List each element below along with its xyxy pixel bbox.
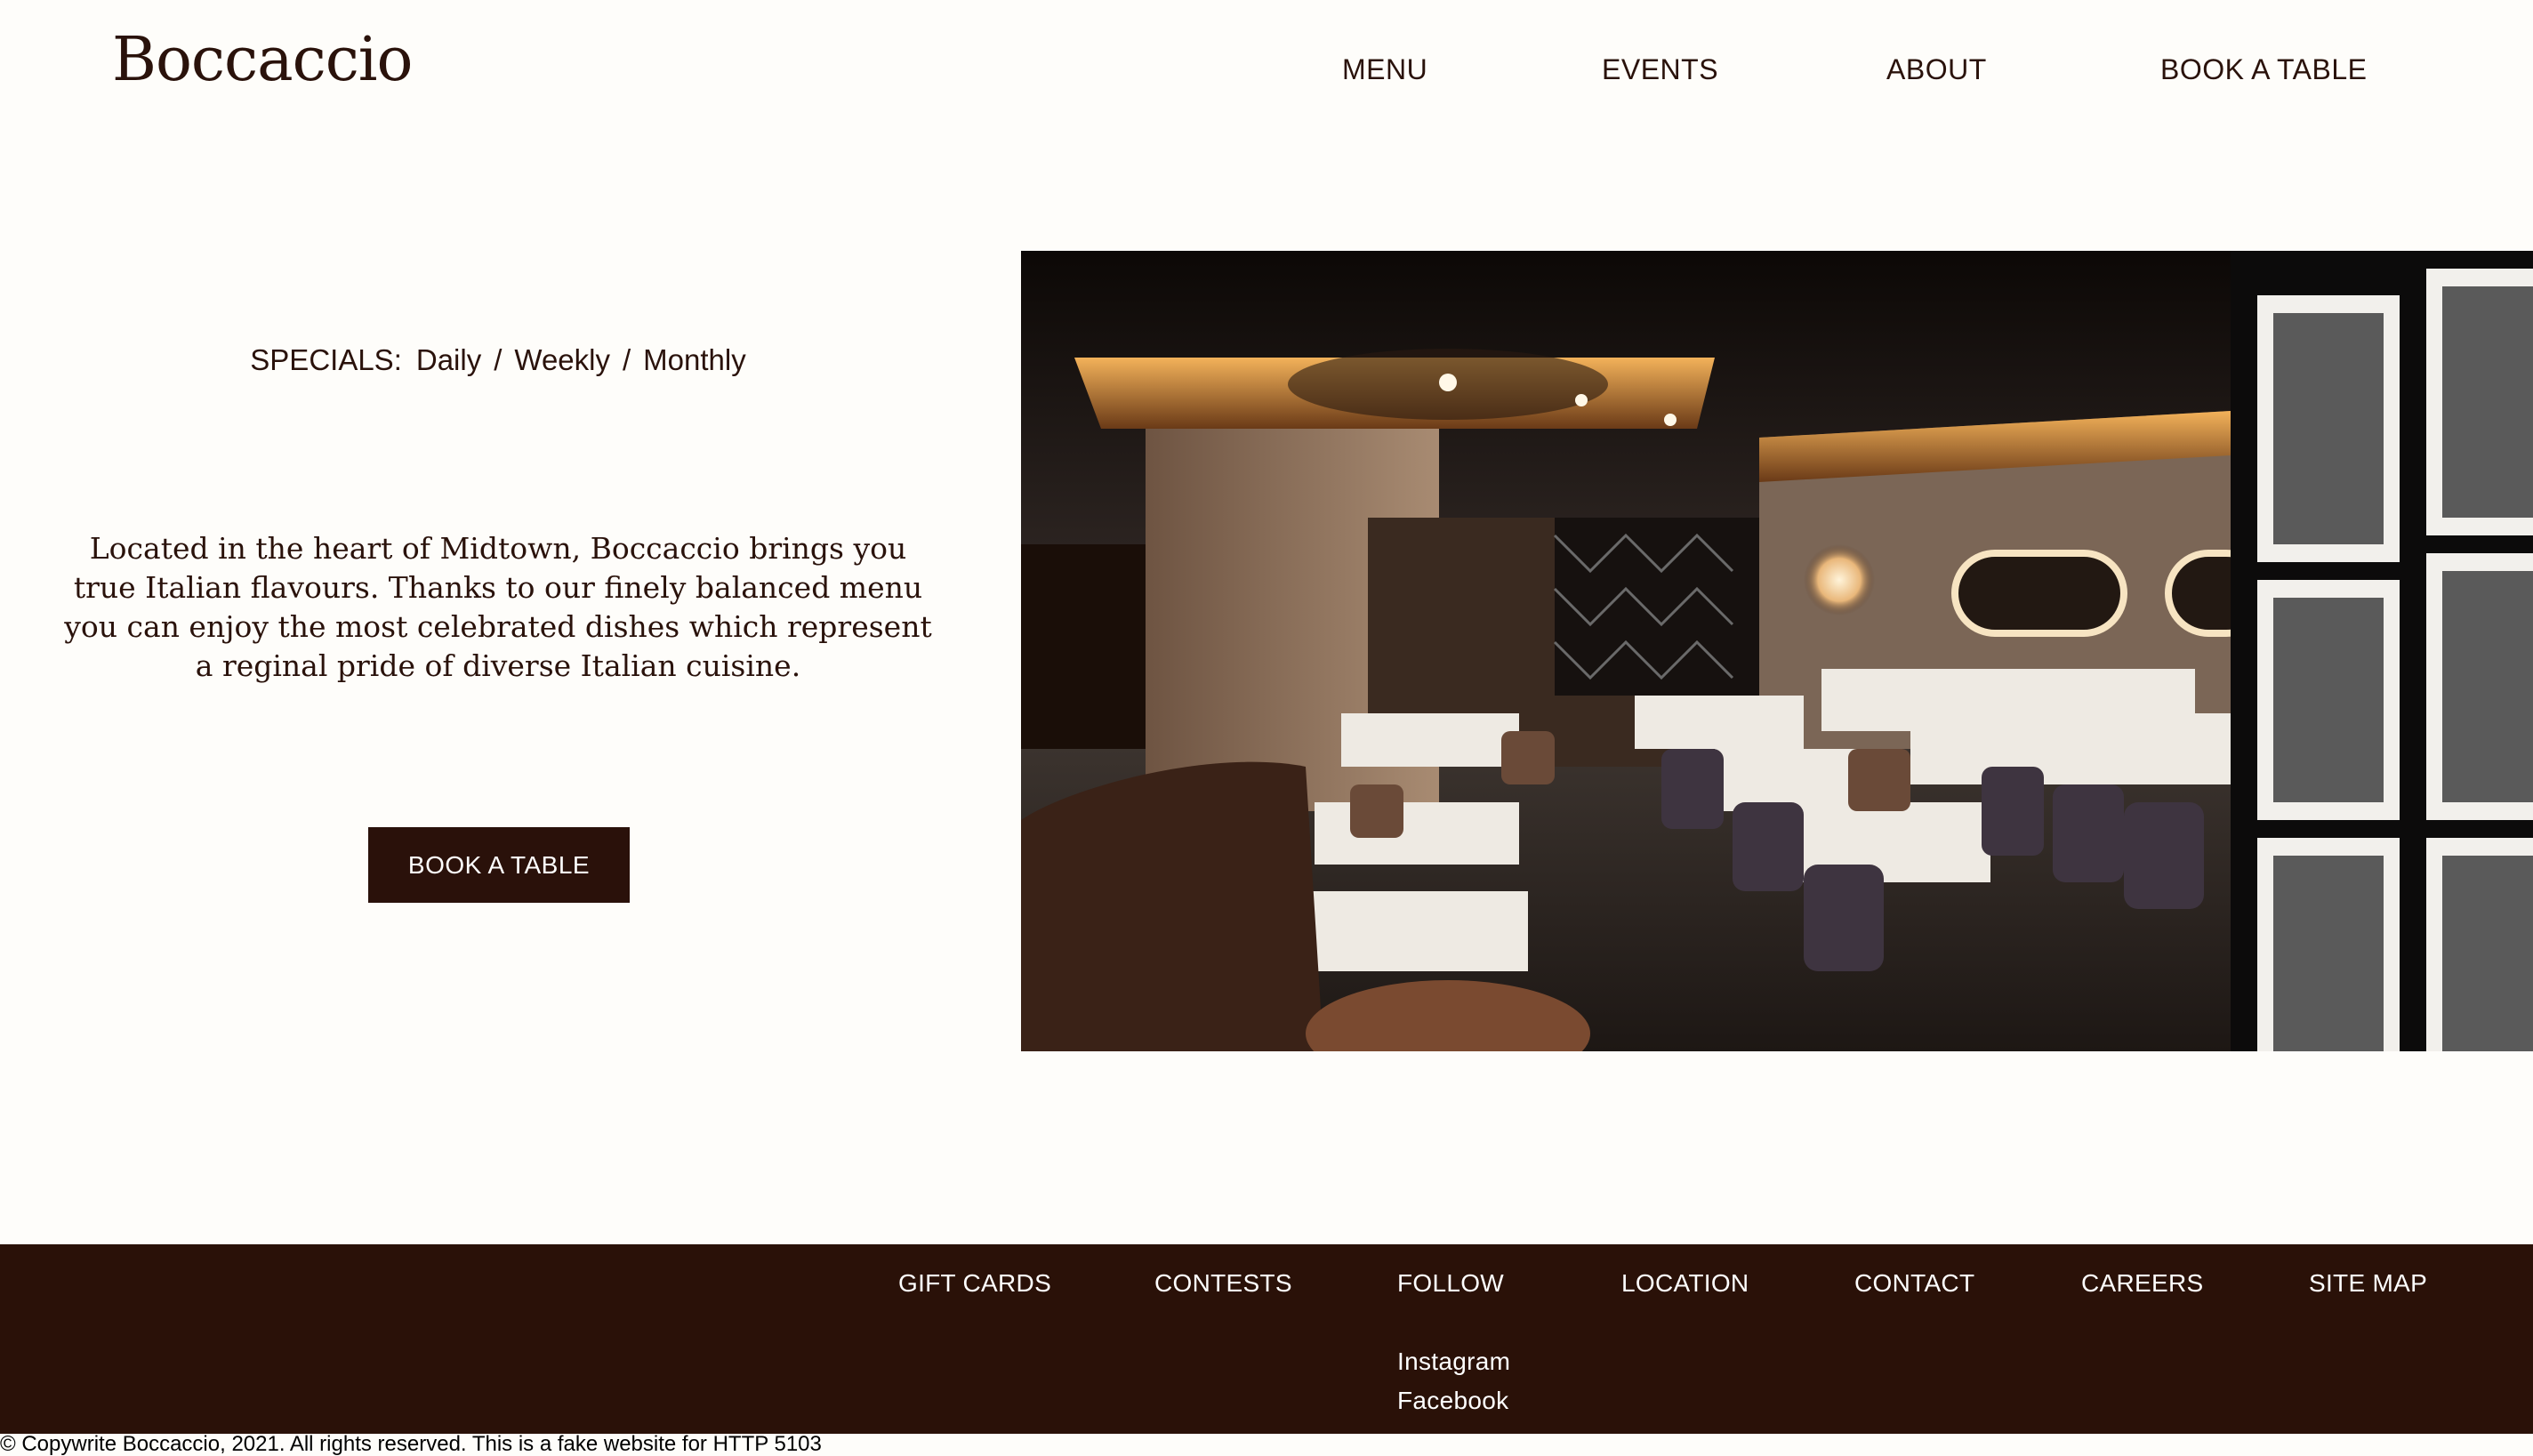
footer-gift-cards-link[interactable]: GIFT CARDS (898, 1267, 1051, 1299)
specials-monthly-link[interactable]: Monthly (643, 343, 746, 376)
book-a-table-button[interactable]: BOOK A TABLE (368, 827, 630, 903)
nav-about[interactable]: ABOUT (1886, 50, 1987, 89)
intro-paragraph: Located in the heart of Midtown, Boccacc… (64, 531, 932, 683)
footer-location-link[interactable]: LOCATION (1621, 1267, 1749, 1299)
site-footer: GIFT CARDS CONTESTS FOLLOW LOCATION CONT… (0, 1244, 2533, 1434)
nav-book-a-table[interactable]: BOOK A TABLE (2160, 50, 2367, 89)
footer-follow-heading: FOLLOW (1397, 1269, 1505, 1297)
site-header: Boccaccio MENU EVENTS ABOUT BOOK A TABLE (0, 0, 2533, 142)
restaurant-interior-photo (1021, 251, 2533, 1051)
specials-weekly-link[interactable]: Weekly (514, 343, 610, 376)
specials-line: SPECIALS: Daily / Weekly / Monthly (0, 341, 996, 380)
footer-site-map-link[interactable]: SITE MAP (2309, 1267, 2427, 1299)
nav-menu[interactable]: MENU (1342, 50, 1427, 89)
specials-label: SPECIALS: (250, 343, 402, 376)
footer-facebook-link[interactable]: Facebook (1397, 1385, 1508, 1417)
footer-careers-link[interactable]: CAREERS (2081, 1267, 2203, 1299)
footer-contact-link[interactable]: CONTACT (1854, 1267, 1974, 1299)
footer-contests-link[interactable]: CONTESTS (1154, 1267, 1292, 1299)
footer-instagram-link[interactable]: Instagram (1397, 1346, 1510, 1378)
restaurant-interior-illustration (1021, 251, 2533, 1051)
nav-events[interactable]: EVENTS (1602, 50, 1718, 89)
specials-daily-link[interactable]: Daily (416, 343, 481, 376)
site-logo[interactable]: Boccaccio (112, 23, 413, 98)
copyright-text: © Copywrite Boccaccio, 2021. All rights … (0, 1432, 822, 1456)
specials-separator: / (494, 343, 503, 376)
specials-separator: / (622, 343, 631, 376)
